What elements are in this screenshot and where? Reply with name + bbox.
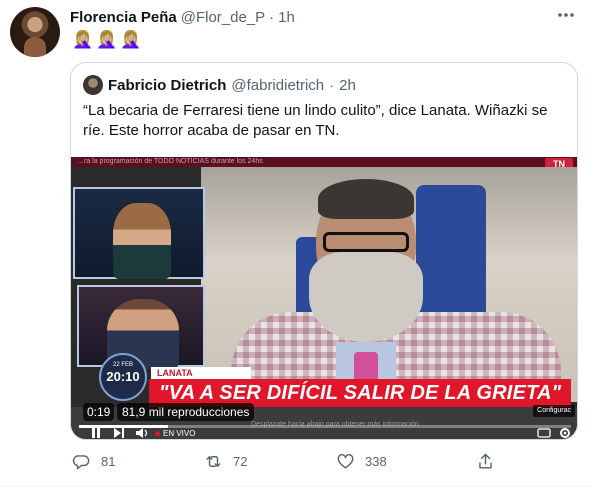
skip-forward-icon[interactable] — [113, 427, 125, 439]
tweet-text: 🤦🏼‍♀️🤦🏼‍♀️🤦🏼‍♀️ — [72, 30, 145, 49]
like-button[interactable]: 338 — [336, 452, 387, 471]
subtitles-icon-svg — [537, 428, 551, 438]
clock-time: 20:10 — [106, 369, 140, 384]
video-view-count: 81,9 mil reproducciones — [117, 403, 255, 421]
video-settings-button[interactable]: Configurac — [533, 405, 575, 417]
presenter-beard — [309, 252, 423, 342]
tweet-time[interactable]: 1h — [278, 9, 295, 26]
video-player[interactable]: …ra la programación de TODO NOTICIAS dur… — [71, 157, 577, 439]
pause-icon-svg — [92, 428, 100, 438]
gear-icon-svg — [560, 428, 570, 438]
video-elapsed-time: 0:19 — [83, 403, 115, 421]
presenter-glasses — [323, 232, 409, 252]
volume-icon-svg — [136, 428, 148, 438]
quoted-tweet-header: Fabricio Dietrich @fabridietrich · 2h — [83, 75, 356, 95]
reply-icon — [72, 455, 90, 470]
lower-third-name: LANATA — [151, 367, 251, 379]
heart-icon — [337, 454, 354, 469]
more-icon-svg — [558, 13, 574, 17]
retweet-icon — [206, 456, 221, 467]
gear-icon[interactable] — [559, 427, 571, 439]
retweet-count: 72 — [233, 454, 248, 469]
pip-window-top — [73, 187, 205, 279]
skip-icon-svg — [114, 428, 124, 438]
quoted-separator-dot: · — [329, 76, 335, 94]
volume-icon[interactable] — [135, 427, 149, 439]
share-button[interactable] — [476, 452, 495, 471]
on-air-clock: 22 FEB 20:10 — [99, 353, 147, 401]
subtitles-icon[interactable] — [537, 427, 551, 439]
reply-button[interactable]: 81 — [72, 452, 115, 471]
pause-icon[interactable] — [91, 427, 101, 439]
quoted-tweet-text: “La becaria de Ferraresi tiene un lindo … — [83, 102, 548, 139]
separator-dot: · — [269, 9, 275, 26]
like-count: 338 — [365, 454, 387, 469]
tweet-header: Florencia Peña @Flor_de_P · 1h — [70, 9, 295, 29]
pip-anchor-woman — [113, 203, 171, 279]
live-dot — [155, 431, 160, 437]
share-icon — [479, 453, 492, 469]
more-horizontal-icon[interactable] — [554, 8, 578, 28]
tweet-divider — [0, 486, 592, 487]
retweet-button[interactable]: 72 — [204, 452, 247, 471]
author-handle[interactable]: @Flor_de_P — [181, 9, 265, 26]
live-label: EN VIVO — [163, 429, 196, 438]
reply-count: 81 — [101, 454, 116, 469]
tweet-actions: 81 72 338 — [70, 450, 578, 476]
quoted-tweet-time: 2h — [339, 76, 356, 94]
author-avatar[interactable] — [10, 7, 60, 57]
author-name[interactable]: Florencia Peña — [70, 9, 177, 26]
video-controls: EN VIVO — [71, 427, 577, 439]
quoted-tweet-card[interactable]: Fabricio Dietrich @fabridietrich · 2h “L… — [70, 62, 578, 440]
presenter-hair — [318, 179, 414, 219]
video-top-ticker: …ra la programación de TODO NOTICIAS dur… — [71, 157, 577, 167]
quoted-author-name: Fabricio Dietrich — [108, 76, 227, 94]
quoted-author-avatar — [83, 75, 103, 95]
quoted-author-handle: @fabridietrich — [231, 76, 325, 94]
live-indicator: EN VIVO — [155, 427, 196, 439]
